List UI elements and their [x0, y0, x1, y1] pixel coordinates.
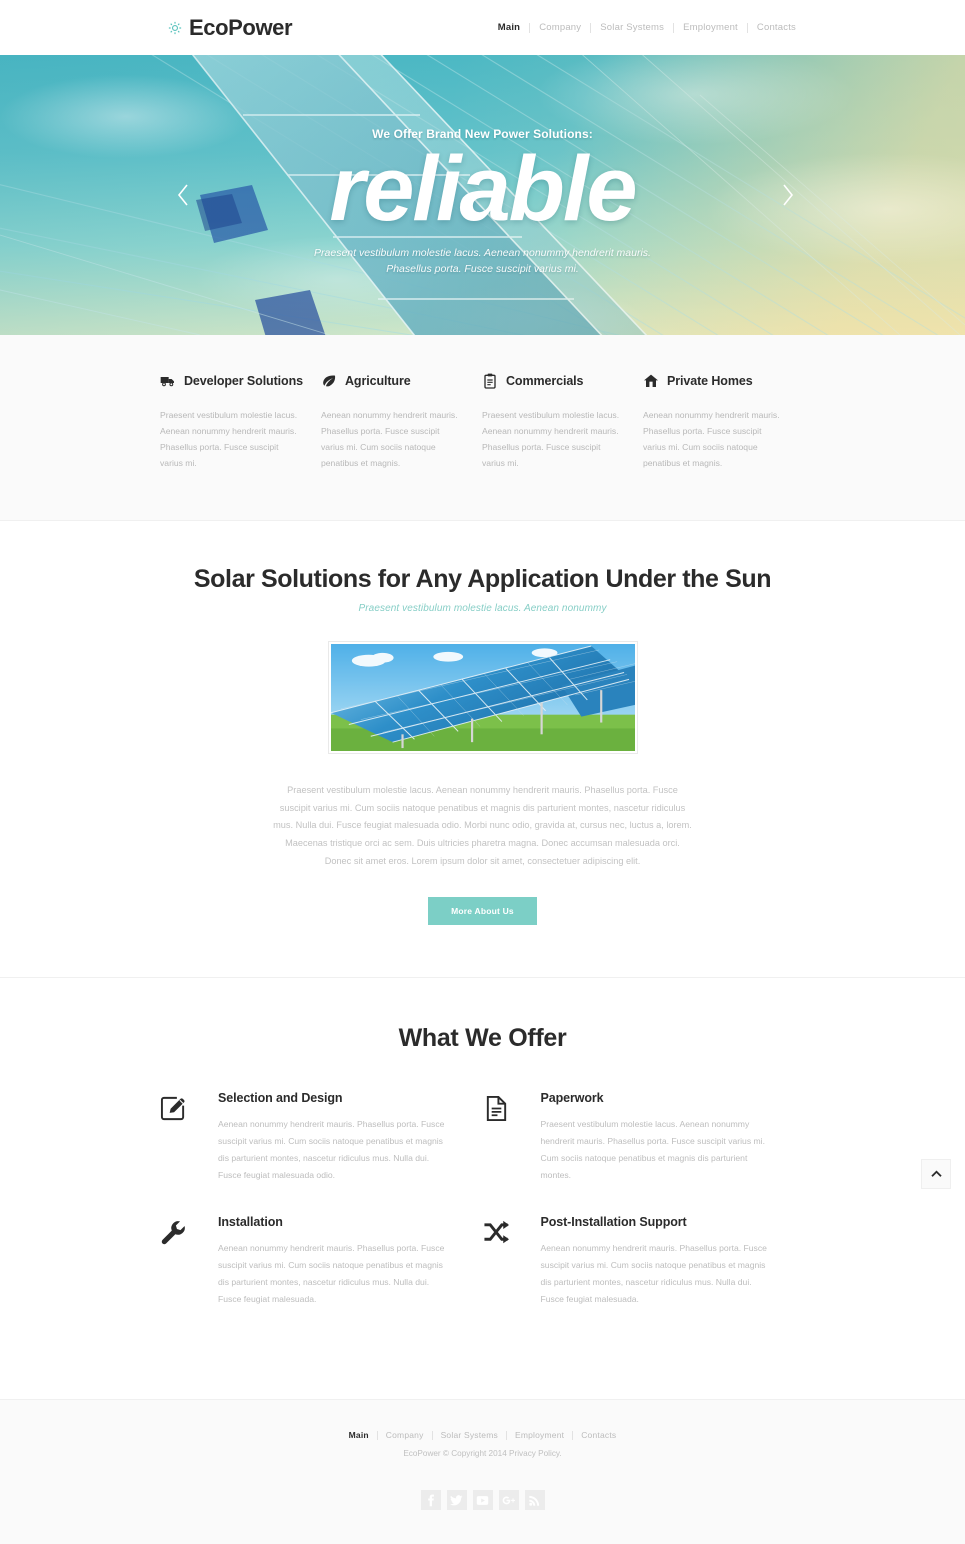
- google-plus-icon: [502, 1496, 515, 1505]
- footer-nav-item-main[interactable]: Main: [341, 1430, 377, 1440]
- footer-nav-item-employment[interactable]: Employment: [507, 1430, 572, 1440]
- truck-icon: [160, 377, 174, 387]
- sun-gear-icon: [168, 21, 182, 34]
- feature-commercials: Commercials Praesent vestibulum molestie…: [482, 373, 643, 472]
- site-footer: Main Company Solar Systems Employment Co…: [0, 1399, 965, 1544]
- document-icon: [486, 1096, 506, 1122]
- back-to-top-button[interactable]: [921, 1159, 951, 1189]
- about-image-frame: [327, 640, 638, 754]
- hero-caption: We Offer Brand New Power Solutions: reli…: [0, 127, 965, 278]
- copyright-text: EcoPower © Copyright 2014: [403, 1449, 507, 1459]
- offer-section: What We Offer Selection and Design Aenea…: [0, 978, 965, 1400]
- feature-title: Private Homes: [667, 374, 753, 388]
- offer-item-selection-and-design: Selection and Design Aenean nonummy hend…: [160, 1091, 483, 1183]
- privacy-policy-link[interactable]: Privacy Policy.: [509, 1449, 562, 1458]
- clipboard-icon: [484, 373, 496, 389]
- chevron-up-icon: [930, 1170, 942, 1177]
- offer-item-paperwork: Paperwork Praesent vestibulum molestie l…: [483, 1091, 806, 1183]
- hero-subtitle-line1: Praesent vestibulum molestie lacus. Aene…: [314, 247, 651, 259]
- feature-text: Praesent vestibulum molestie lacus. Aene…: [160, 410, 298, 468]
- footer-nav-item-contacts[interactable]: Contacts: [573, 1430, 624, 1440]
- feature-title: Commercials: [506, 374, 584, 388]
- main-navigation: Main Company Solar Systems Employment Co…: [489, 22, 805, 33]
- chevron-left-icon: [177, 184, 188, 206]
- social-google-plus[interactable]: [498, 1490, 519, 1511]
- facebook-icon: [428, 1494, 434, 1506]
- feature-text: Aenean nonummy hendrerit mauris. Phasell…: [321, 410, 458, 468]
- leaf-icon: [323, 375, 336, 387]
- home-icon: [644, 374, 658, 387]
- hero-next-button[interactable]: [773, 175, 803, 215]
- offer-item-text: Praesent vestibulum molestie lacus. Aene…: [540, 1119, 765, 1180]
- nav-item-main[interactable]: Main: [489, 22, 529, 33]
- hero-prev-button[interactable]: [168, 175, 198, 215]
- pencil-edit-icon: [160, 1097, 185, 1121]
- footer-nav-item-company[interactable]: Company: [378, 1430, 432, 1440]
- logo-link[interactable]: EcoPower: [168, 14, 293, 40]
- feature-title: Agriculture: [345, 374, 411, 388]
- hero-slider: We Offer Brand New Power Solutions: reli…: [0, 55, 965, 335]
- hero-title: reliable: [329, 138, 637, 240]
- footer-nav-item-solar-systems[interactable]: Solar Systems: [433, 1430, 506, 1440]
- chevron-right-icon: [783, 184, 794, 206]
- twitter-icon: [450, 1494, 463, 1506]
- feature-text: Aenean nonummy hendrerit mauris. Phasell…: [643, 410, 780, 468]
- feature-developer-solutions: Developer Solutions Praesent vestibulum …: [160, 373, 321, 472]
- feature-agriculture: Agriculture Aenean nonummy hendrerit mau…: [321, 373, 482, 472]
- feature-text: Praesent vestibulum molestie lacus. Aene…: [482, 410, 620, 468]
- about-section: Solar Solutions for Any Application Unde…: [0, 520, 965, 979]
- youtube-icon: [476, 1495, 489, 1505]
- offer-item-text: Aenean nonummy hendrerit mauris. Phasell…: [218, 1243, 445, 1304]
- site-header: EcoPower Main Company Solar Systems Empl…: [0, 0, 965, 55]
- offer-title: What We Offer: [398, 1024, 567, 1053]
- offer-grid: Selection and Design Aenean nonummy hend…: [160, 1091, 805, 1339]
- social-rss[interactable]: [524, 1490, 545, 1511]
- hero-subtitle-line2: Phasellus porta. Fusce suscipit varius m…: [386, 263, 579, 276]
- offer-item-name: Installation: [218, 1215, 283, 1230]
- about-subtitle: Praesent vestibulum molestie lacus. Aene…: [358, 602, 607, 614]
- rss-icon: [529, 1495, 540, 1506]
- feature-private-homes: Private Homes Aenean nonummy hendrerit m…: [643, 373, 804, 472]
- wrench-icon: [161, 1221, 185, 1245]
- nav-item-solar-systems[interactable]: Solar Systems: [591, 22, 673, 33]
- about-paragraph: Praesent vestibulum molestie lacus. Aene…: [273, 784, 692, 867]
- nav-item-employment[interactable]: Employment: [674, 22, 747, 33]
- social-links: [0, 1490, 965, 1511]
- page-root: EcoPower Main Company Solar Systems Empl…: [0, 0, 965, 1544]
- features-row: Developer Solutions Praesent vestibulum …: [160, 373, 805, 472]
- shuffle-arrows-icon: [483, 1221, 509, 1244]
- social-twitter[interactable]: [446, 1490, 467, 1511]
- feature-title: Developer Solutions: [184, 374, 303, 388]
- logo-text: EcoPower: [189, 14, 293, 40]
- footer-navigation: Main Company Solar Systems Employment Co…: [0, 1430, 965, 1440]
- nav-item-company[interactable]: Company: [530, 22, 590, 33]
- offer-item-name: Selection and Design: [218, 1091, 343, 1106]
- social-facebook[interactable]: [420, 1490, 441, 1511]
- more-about-us-button[interactable]: More About Us: [428, 897, 537, 926]
- offer-item-installation: Installation Aenean nonummy hendrerit ma…: [160, 1215, 483, 1307]
- solar-panel-array-photo: [330, 643, 635, 751]
- offer-item-name: Post-Installation Support: [540, 1215, 687, 1230]
- offer-item-post-installation-support: Post-Installation Support Aenean nonummy…: [483, 1215, 806, 1307]
- hero-subtitle: Praesent vestibulum molestie lacus. Aene…: [0, 245, 965, 278]
- about-title: Solar Solutions for Any Application Unde…: [193, 564, 772, 593]
- offer-item-name: Paperwork: [540, 1091, 604, 1106]
- copyright-line: EcoPower © Copyright 2014 Privacy Policy…: [0, 1449, 965, 1458]
- nav-item-contacts[interactable]: Contacts: [748, 22, 805, 33]
- social-youtube[interactable]: [472, 1490, 493, 1511]
- features-section: Developer Solutions Praesent vestibulum …: [0, 335, 965, 521]
- offer-item-text: Aenean nonummy hendrerit mauris. Phasell…: [540, 1243, 767, 1304]
- offer-item-text: Aenean nonummy hendrerit mauris. Phasell…: [218, 1119, 445, 1180]
